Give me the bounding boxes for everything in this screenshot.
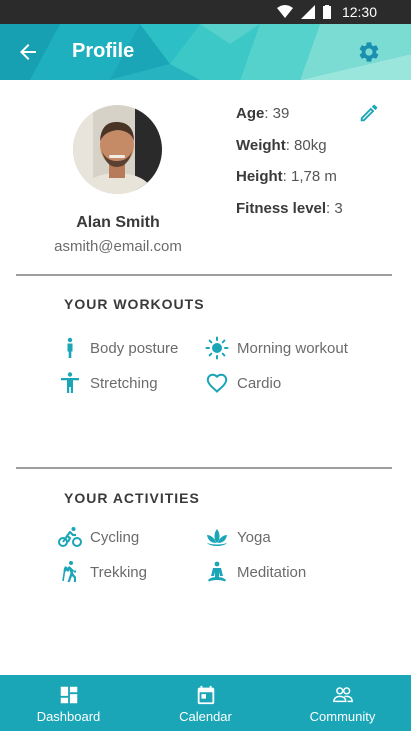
heart-outline-icon — [205, 371, 229, 395]
workouts-title: YOUR WORKOUTS — [64, 296, 205, 312]
workout-morning-workout[interactable]: Morning workout — [205, 336, 348, 360]
workout-body-posture[interactable]: Body posture — [58, 336, 178, 360]
avatar-photo — [73, 105, 162, 194]
people-icon — [332, 687, 353, 703]
status-bar: 12:30 — [0, 0, 411, 24]
activity-cycling[interactable]: Cycling — [58, 525, 139, 549]
pencil-icon — [360, 104, 378, 122]
back-button[interactable] — [16, 40, 40, 64]
header-pattern — [0, 24, 411, 80]
hiking-icon — [58, 560, 82, 584]
battery-icon — [323, 5, 331, 19]
divider — [16, 274, 392, 276]
activities-title: YOUR ACTIVITIES — [64, 490, 200, 506]
edit-profile-button[interactable] — [358, 102, 380, 124]
status-time: 12:30 — [341, 4, 377, 20]
nav-community[interactable]: Community — [274, 675, 411, 731]
bottom-nav: Dashboard Calendar Community — [0, 675, 411, 731]
bike-icon — [58, 525, 82, 549]
avatar — [73, 105, 162, 194]
app-bar: Profile — [0, 24, 411, 80]
stat-height: Height: 1,78 m — [236, 168, 337, 185]
arrow-back-icon — [20, 44, 36, 60]
meditation-icon — [205, 560, 229, 584]
wifi-icon — [277, 5, 293, 18]
cell-signal-icon — [301, 5, 315, 19]
sun-icon — [205, 336, 229, 360]
workout-stretching[interactable]: Stretching — [58, 371, 158, 395]
page-title: Profile — [72, 40, 135, 62]
stat-fitness-level: Fitness level: 3 — [236, 199, 343, 217]
profile-stats: Age: 39 Weight: 80kg Height: 1,78 m Fitn… — [236, 104, 343, 230]
nav-calendar[interactable]: Calendar — [137, 675, 274, 731]
stat-age: Age: 39 — [236, 105, 290, 122]
user-email: asmith@email.com — [54, 238, 182, 255]
calendar-icon — [197, 685, 214, 705]
activity-yoga[interactable]: Yoga — [205, 525, 271, 549]
lotus-icon — [205, 525, 229, 549]
stat-weight: Weight: 80kg — [236, 136, 327, 154]
settings-button[interactable] — [357, 40, 381, 64]
person-standing-icon — [58, 336, 82, 360]
user-name: Alan Smith — [76, 214, 160, 231]
person-arms-out-icon — [58, 371, 82, 395]
activity-trekking[interactable]: Trekking — [58, 560, 147, 584]
divider — [16, 467, 392, 469]
dashboard-icon — [60, 686, 77, 704]
gear-icon — [359, 42, 379, 62]
activity-meditation[interactable]: Meditation — [205, 560, 306, 584]
nav-dashboard[interactable]: Dashboard — [0, 675, 137, 731]
workout-cardio[interactable]: Cardio — [205, 371, 281, 395]
